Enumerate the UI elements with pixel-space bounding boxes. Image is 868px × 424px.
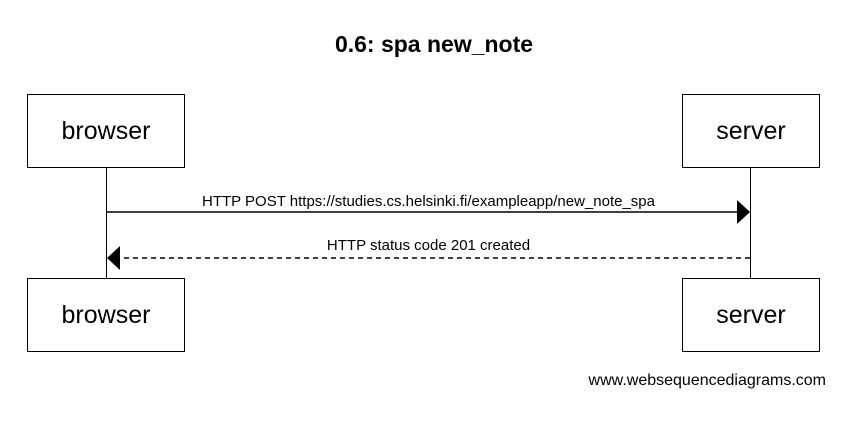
server-participant-label-bottom: server — [716, 300, 786, 329]
server-participant-box-bottom: server — [682, 278, 820, 352]
request-message-label: HTTP POST https://studies.cs.helsinki.fi… — [201, 193, 655, 210]
watermark-text: www.websequencediagrams.com — [588, 372, 826, 389]
browser-participant-label-bottom: browser — [61, 300, 151, 329]
browser-participant-box-bottom: browser — [27, 278, 185, 352]
response-message-label: HTTP status code 201 created — [326, 237, 531, 254]
message-arrows — [107, 200, 750, 270]
